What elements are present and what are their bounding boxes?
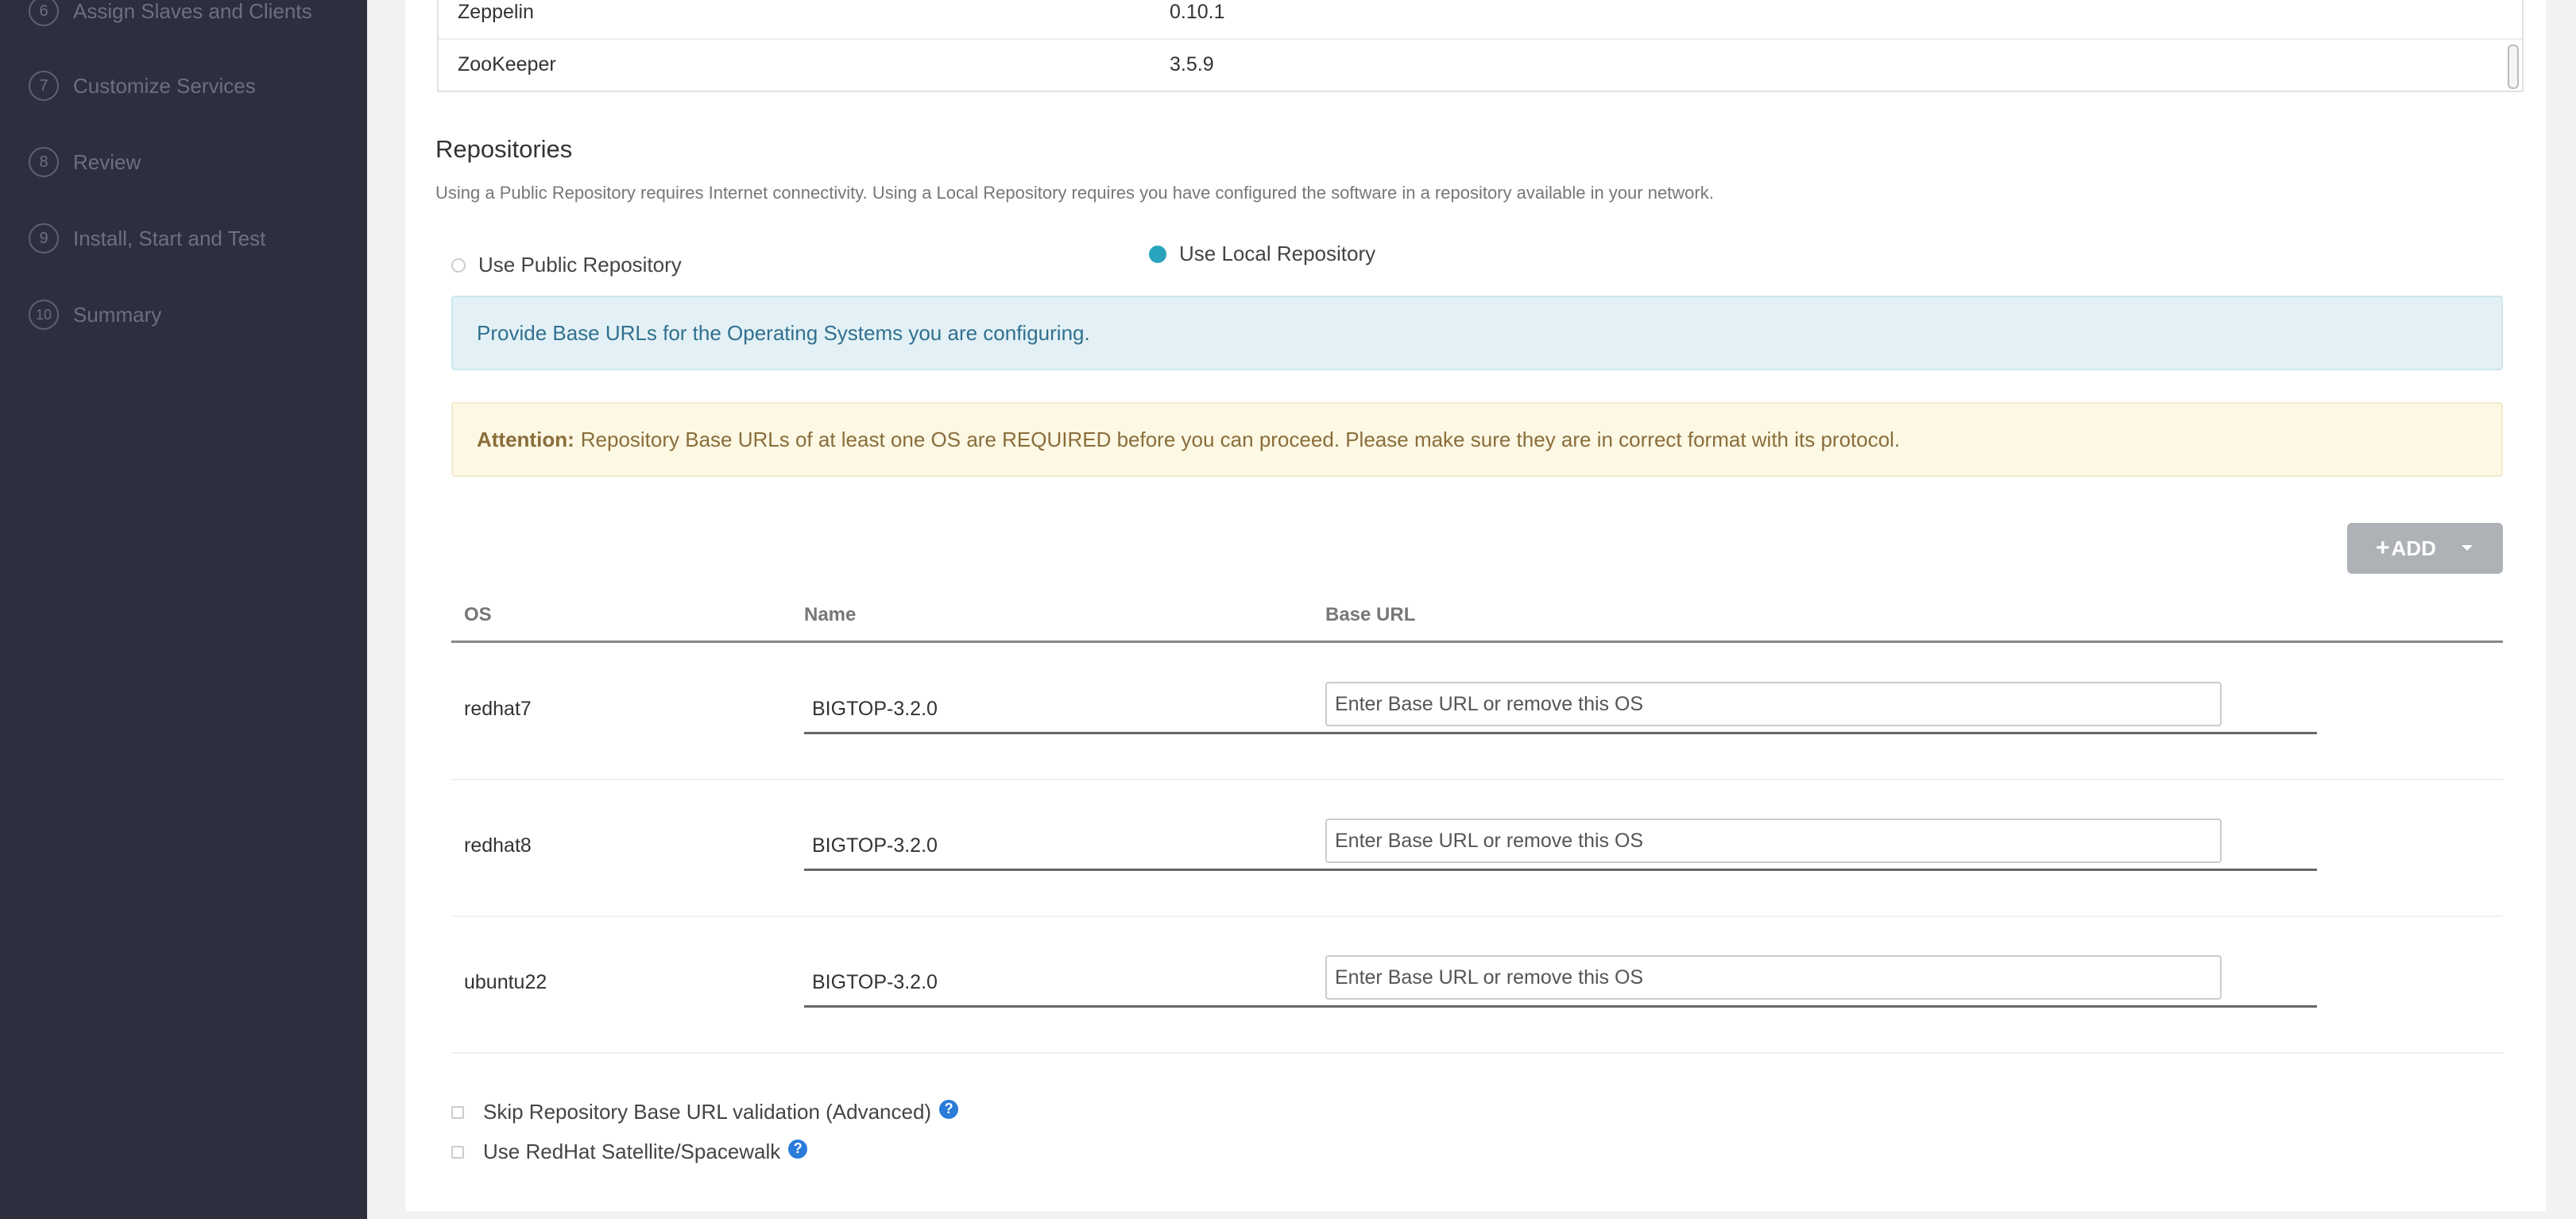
step-label: Summary: [73, 302, 162, 327]
skip-validation-checkbox[interactable]: Skip Repository Base URL validation (Adv…: [451, 1099, 959, 1124]
repositories-description: Using a Public Repository requires Inter…: [435, 183, 1714, 203]
radio-circle-selected[interactable]: [1149, 245, 1166, 263]
table-row: redhat7 BIGTOP-3.2.0: [451, 642, 2503, 780]
column-header-name: Name: [804, 604, 857, 625]
step-number-badge: 10: [29, 300, 59, 330]
checkbox-label: Skip Repository Base URL validation (Adv…: [483, 1100, 932, 1124]
os-name: redhat8: [464, 834, 532, 857]
info-alert: Provide Base URLs for the Operating Syst…: [451, 296, 2503, 370]
plus-icon: +: [2376, 535, 2390, 561]
wizard-step-assign-slaves[interactable]: 6 Assign Slaves and Clients: [29, 0, 312, 29]
question-help-icon[interactable]: ?: [788, 1139, 808, 1159]
step-label: Assign Slaves and Clients: [73, 0, 312, 23]
step-number-badge: 8: [29, 147, 59, 177]
service-version: 0.10.1: [1170, 0, 1225, 23]
os-name: ubuntu22: [464, 971, 547, 993]
step-number-badge: 7: [29, 71, 59, 101]
question-help-icon[interactable]: ?: [939, 1099, 959, 1119]
base-url-input[interactable]: [1325, 682, 2222, 726]
table-row: ZooKeeper 3.5.9: [439, 38, 2522, 91]
column-header-base-url: Base URL: [1325, 604, 1416, 625]
step-number-badge: 6: [29, 0, 59, 26]
wizard-sidebar: 6 Assign Slaves and Clients 7 Customize …: [0, 0, 367, 1219]
table-row: ubuntu22 BIGTOP-3.2.0: [451, 915, 2503, 1054]
table-scrollbar[interactable]: [2508, 45, 2519, 89]
wizard-step-review[interactable]: 8 Review: [29, 145, 141, 180]
step-number-badge: 9: [29, 223, 59, 253]
warning-alert: Attention: Repository Base URLs of at le…: [451, 402, 2503, 477]
wizard-step-install-start-test[interactable]: 9 Install, Start and Test: [29, 221, 265, 256]
stack-versions-table: Zeppelin 0.10.1 ZooKeeper 3.5.9: [437, 0, 2524, 92]
os-name: redhat7: [464, 698, 532, 720]
add-os-dropdown-button[interactable]: + ADD: [2347, 523, 2503, 574]
radio-label: Use Public Repository: [478, 253, 682, 277]
table-row: Zeppelin 0.10.1: [439, 0, 2522, 40]
repositories-heading: Repositories: [435, 135, 573, 163]
use-public-repository-radio[interactable]: Use Public Repository: [451, 253, 682, 277]
add-button-label: ADD: [2391, 536, 2436, 560]
use-local-repository-radio[interactable]: Use Local Repository: [1149, 242, 1375, 266]
repo-name: BIGTOP-3.2.0: [812, 971, 938, 993]
repo-name: BIGTOP-3.2.0: [812, 698, 938, 720]
table-row: redhat8 BIGTOP-3.2.0: [451, 779, 2503, 917]
wizard-step-summary[interactable]: 10 Summary: [29, 297, 161, 332]
step-label: Review: [73, 149, 141, 174]
repo-name: BIGTOP-3.2.0: [812, 834, 938, 857]
info-alert-text: Provide Base URLs for the Operating Syst…: [477, 320, 1090, 345]
radio-circle[interactable]: [451, 257, 466, 273]
checkbox-label: Use RedHat Satellite/Spacewalk: [483, 1140, 781, 1163]
warning-alert-strong: Attention:: [477, 427, 574, 451]
step-label: Customize Services: [73, 73, 256, 98]
service-version: 3.5.9: [1170, 52, 1214, 75]
column-header-os: OS: [464, 604, 492, 625]
service-name: ZooKeeper: [458, 52, 556, 75]
base-url-input[interactable]: [1325, 955, 2222, 1000]
table-header: OS Name Base URL: [451, 591, 2503, 643]
step-label: Install, Start and Test: [73, 226, 266, 250]
caret-down-icon: [2462, 545, 2473, 551]
checkbox-box[interactable]: [451, 1105, 464, 1119]
service-name: Zeppelin: [458, 0, 534, 23]
warning-alert-text: Repository Base URLs of at least one OS …: [580, 427, 1901, 451]
main-content-panel: Zeppelin 0.10.1 ZooKeeper 3.5.9 Reposito…: [405, 0, 2546, 1211]
radio-label: Use Local Repository: [1179, 242, 1376, 265]
use-satellite-checkbox[interactable]: Use RedHat Satellite/Spacewalk ?: [451, 1139, 808, 1164]
base-url-input[interactable]: [1325, 818, 2222, 863]
wizard-step-customize-services[interactable]: 7 Customize Services: [29, 68, 256, 103]
checkbox-box[interactable]: [451, 1145, 464, 1159]
